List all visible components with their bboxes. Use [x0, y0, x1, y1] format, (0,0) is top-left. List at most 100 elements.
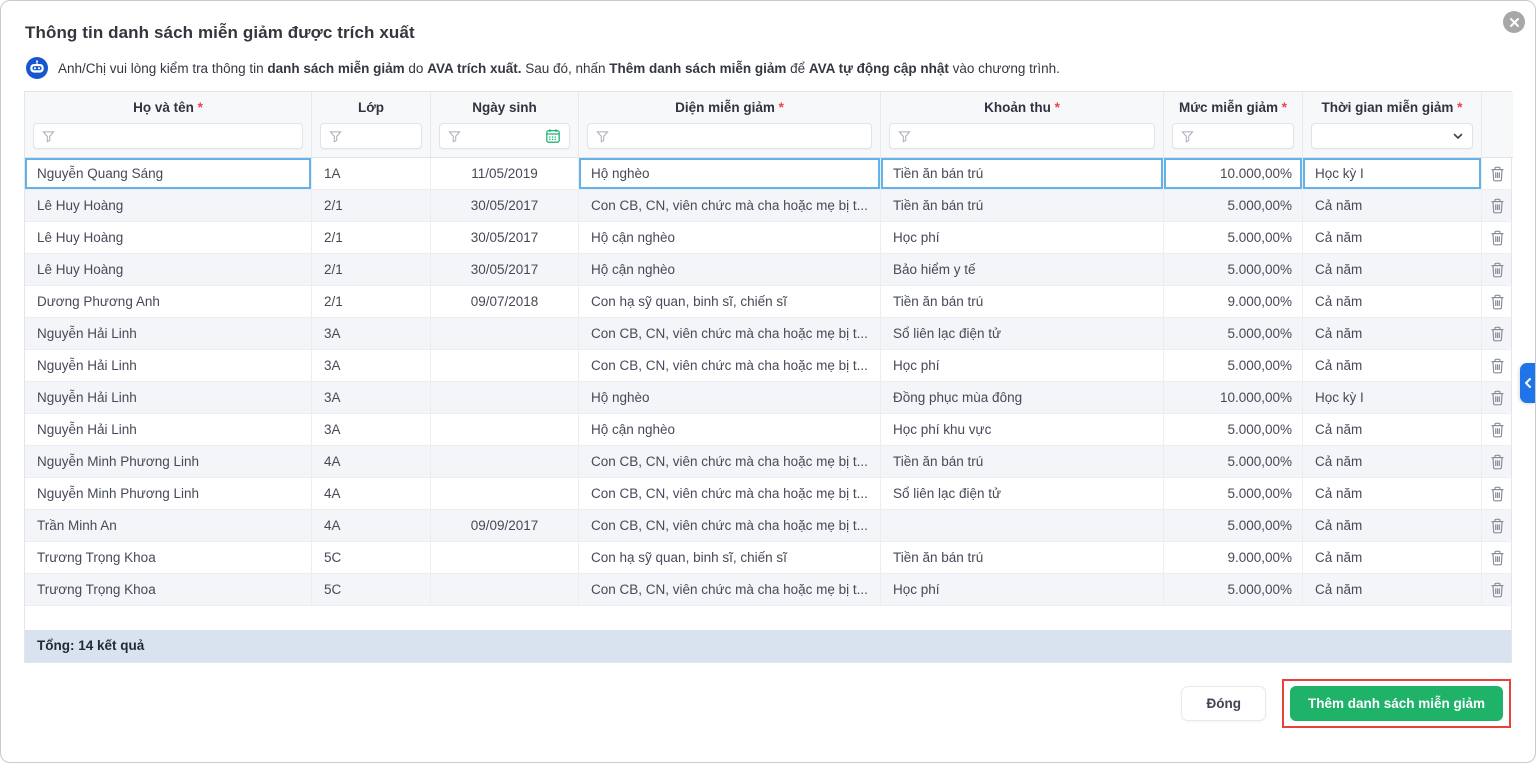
cell-category[interactable]: Hộ cận nghèo [579, 414, 881, 446]
cell-period[interactable]: Cả năm [1303, 286, 1482, 318]
filter-input-fee[interactable] [889, 123, 1155, 149]
collapse-panel-tab[interactable] [1520, 363, 1535, 403]
cell-name[interactable]: Nguyễn Minh Phương Linh [25, 446, 312, 478]
cell-fee[interactable]: Tiền ăn bán trú [881, 446, 1164, 478]
cell-period[interactable]: Học kỳ I [1303, 158, 1482, 190]
cell-fee[interactable]: Tiền ăn bán trú [881, 542, 1164, 574]
cell-class[interactable]: 2/1 [312, 254, 431, 286]
cell-period[interactable]: Cả năm [1303, 222, 1482, 254]
cell-dob[interactable] [431, 574, 579, 606]
cell-dob[interactable] [431, 478, 579, 510]
close-button[interactable]: Đóng [1181, 686, 1266, 721]
cell-dob[interactable] [431, 318, 579, 350]
cell-period[interactable]: Học kỳ I [1303, 382, 1482, 414]
cell-dob[interactable]: 30/05/2017 [431, 190, 579, 222]
cell-period[interactable]: Cả năm [1303, 190, 1482, 222]
cell-class[interactable]: 5C [312, 542, 431, 574]
cell-class[interactable]: 4A [312, 446, 431, 478]
cell-period[interactable]: Cả năm [1303, 510, 1482, 542]
cell-dob[interactable]: 30/05/2017 [431, 222, 579, 254]
delete-row-button[interactable] [1482, 190, 1513, 222]
cell-name[interactable]: Nguyễn Hải Linh [25, 414, 312, 446]
cell-fee[interactable]: Học phí khu vực [881, 414, 1164, 446]
cell-category[interactable]: Con CB, CN, viên chức mà cha hoặc mẹ bị … [579, 350, 881, 382]
cell-fee[interactable]: Tiền ăn bán trú [881, 286, 1164, 318]
cell-rate[interactable]: 9.000,00% [1164, 542, 1303, 574]
cell-fee[interactable]: Học phí [881, 350, 1164, 382]
cell-rate[interactable]: 5.000,00% [1164, 254, 1303, 286]
cell-name[interactable]: Lê Huy Hoàng [25, 190, 312, 222]
cell-rate[interactable]: 5.000,00% [1164, 574, 1303, 606]
cell-category[interactable]: Hộ cận nghèo [579, 222, 881, 254]
delete-row-button[interactable] [1482, 414, 1513, 446]
cell-period[interactable]: Cả năm [1303, 542, 1482, 574]
cell-class[interactable]: 3A [312, 382, 431, 414]
cell-rate[interactable]: 5.000,00% [1164, 510, 1303, 542]
cell-category[interactable]: Con hạ sỹ quan, binh sĩ, chiến sĩ [579, 286, 881, 318]
cell-name[interactable]: Nguyễn Hải Linh [25, 350, 312, 382]
cell-period[interactable]: Cả năm [1303, 350, 1482, 382]
cell-dob[interactable]: 09/07/2018 [431, 286, 579, 318]
cell-dob[interactable] [431, 446, 579, 478]
cell-category[interactable]: Con CB, CN, viên chức mà cha hoặc mẹ bị … [579, 318, 881, 350]
cell-dob[interactable]: 09/09/2017 [431, 510, 579, 542]
cell-fee[interactable]: Sổ liên lạc điện tử [881, 478, 1164, 510]
cell-class[interactable]: 5C [312, 574, 431, 606]
cell-dob[interactable] [431, 382, 579, 414]
cell-period[interactable]: Cả năm [1303, 318, 1482, 350]
delete-row-button[interactable] [1482, 222, 1513, 254]
cell-rate[interactable]: 5.000,00% [1164, 222, 1303, 254]
delete-row-button[interactable] [1482, 574, 1513, 606]
delete-row-button[interactable] [1482, 286, 1513, 318]
cell-rate[interactable]: 9.000,00% [1164, 286, 1303, 318]
cell-class[interactable]: 2/1 [312, 190, 431, 222]
delete-row-button[interactable] [1482, 158, 1513, 190]
cell-category[interactable]: Hộ nghèo [579, 158, 881, 190]
filter-input-name[interactable] [33, 123, 303, 149]
cell-rate[interactable]: 10.000,00% [1164, 382, 1303, 414]
delete-row-button[interactable] [1482, 478, 1513, 510]
close-icon[interactable] [1503, 11, 1525, 33]
cell-name[interactable]: Trần Minh An [25, 510, 312, 542]
delete-row-button[interactable] [1482, 350, 1513, 382]
filter-select-period[interactable] [1311, 123, 1473, 149]
filter-input-rate[interactable] [1172, 123, 1294, 149]
cell-name[interactable]: Trương Trọng Khoa [25, 574, 312, 606]
delete-row-button[interactable] [1482, 446, 1513, 478]
add-exemption-list-button[interactable]: Thêm danh sách miễn giảm [1290, 686, 1503, 721]
delete-row-button[interactable] [1482, 542, 1513, 574]
cell-period[interactable]: Cả năm [1303, 414, 1482, 446]
filter-input-dob[interactable] [439, 123, 570, 149]
cell-period[interactable]: Cả năm [1303, 254, 1482, 286]
filter-input-category[interactable] [587, 123, 872, 149]
cell-rate[interactable]: 5.000,00% [1164, 350, 1303, 382]
cell-rate[interactable]: 5.000,00% [1164, 190, 1303, 222]
cell-category[interactable]: Hộ nghèo [579, 382, 881, 414]
cell-rate[interactable]: 5.000,00% [1164, 478, 1303, 510]
cell-class[interactable]: 2/1 [312, 222, 431, 254]
cell-category[interactable]: Con CB, CN, viên chức mà cha hoặc mẹ bị … [579, 190, 881, 222]
cell-period[interactable]: Cả năm [1303, 446, 1482, 478]
cell-fee[interactable] [881, 510, 1164, 542]
cell-category[interactable]: Hộ cận nghèo [579, 254, 881, 286]
cell-fee[interactable]: Tiền ăn bán trú [881, 158, 1164, 190]
cell-fee[interactable]: Đồng phục mùa đông [881, 382, 1164, 414]
cell-class[interactable]: 4A [312, 478, 431, 510]
delete-row-button[interactable] [1482, 382, 1513, 414]
cell-rate[interactable]: 5.000,00% [1164, 318, 1303, 350]
cell-class[interactable]: 3A [312, 318, 431, 350]
cell-fee[interactable]: Bảo hiểm y tế [881, 254, 1164, 286]
cell-name[interactable]: Trương Trọng Khoa [25, 542, 312, 574]
cell-dob[interactable] [431, 350, 579, 382]
cell-category[interactable]: Con CB, CN, viên chức mà cha hoặc mẹ bị … [579, 446, 881, 478]
cell-class[interactable]: 2/1 [312, 286, 431, 318]
cell-fee[interactable]: Học phí [881, 222, 1164, 254]
cell-fee[interactable]: Học phí [881, 574, 1164, 606]
cell-name[interactable]: Lê Huy Hoàng [25, 254, 312, 286]
cell-class[interactable]: 3A [312, 414, 431, 446]
cell-class[interactable]: 1A [312, 158, 431, 190]
cell-category[interactable]: Con CB, CN, viên chức mà cha hoặc mẹ bị … [579, 510, 881, 542]
cell-class[interactable]: 3A [312, 350, 431, 382]
cell-name[interactable]: Nguyễn Minh Phương Linh [25, 478, 312, 510]
delete-row-button[interactable] [1482, 254, 1513, 286]
